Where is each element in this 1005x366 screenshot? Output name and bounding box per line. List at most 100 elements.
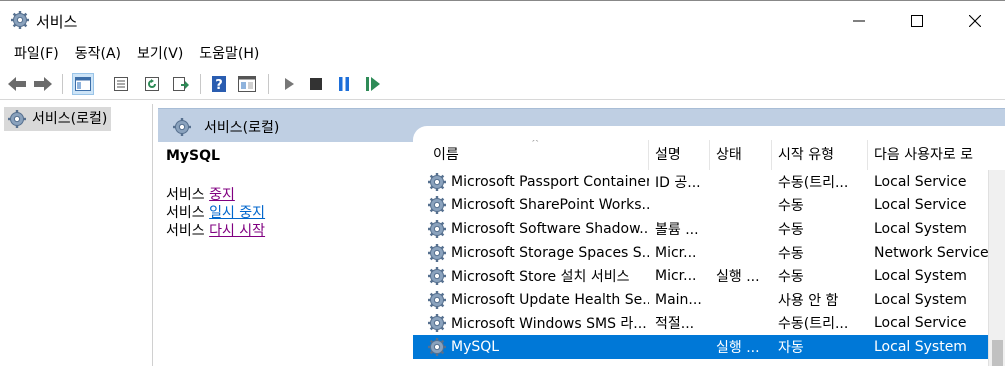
pause-service-button[interactable] [333, 73, 355, 95]
start-service-button[interactable] [278, 73, 300, 95]
help-button[interactable]: ? [208, 73, 230, 95]
restart-icon [366, 77, 380, 91]
service-name: Microsoft Software Shadow... [451, 220, 649, 237]
cell-name: Microsoft Software Shadow... [413, 219, 649, 239]
column-label: 상태 [716, 147, 742, 163]
cell-startup-type: 수동 [778, 245, 804, 262]
service-gear-icon [428, 196, 446, 215]
restart-service-button[interactable] [362, 73, 384, 95]
column-header-description[interactable]: 설명 [649, 140, 710, 170]
maximize-icon [911, 15, 923, 27]
cell-startup-type: 사용 안 함 [778, 292, 839, 309]
column-header-name[interactable]: 이름 ^ [413, 140, 649, 170]
back-button[interactable] [6, 73, 28, 95]
action-line: 서비스 다시 시작 [166, 222, 416, 240]
column-header-status[interactable]: 상태 [710, 140, 772, 170]
service-actions: 서비스 중지 서비스 일시 중지 서비스 다시 시작 [166, 186, 416, 240]
action-prefix: 서비스 [166, 205, 210, 221]
column-label: 시작 유형 [778, 147, 834, 163]
menu-help[interactable]: 도움말(H) [191, 40, 267, 68]
service-gear-icon [428, 219, 446, 238]
gear-icon [173, 118, 191, 136]
cell-description: Micr... [655, 268, 697, 285]
stop-link[interactable]: 중지 [209, 187, 235, 203]
maximize-button[interactable] [894, 1, 940, 41]
cell-description: 적절... [655, 316, 695, 333]
service-name: MySQL [451, 338, 500, 355]
service-gear-icon [428, 290, 446, 309]
title-bar: 서비스 [0, 0, 1005, 40]
svg-text:?: ? [215, 78, 223, 93]
cell-log-on-as: Local System [874, 268, 967, 285]
menu-file[interactable]: 파일(F) [6, 40, 67, 68]
table-row[interactable]: MySQL 실행 ... 자동 Local System [413, 335, 1005, 359]
cell-description: 볼륨 ... [655, 221, 699, 238]
sort-ascending-icon: ^ [531, 140, 540, 149]
table-row[interactable]: Microsoft Store 설치 서비스 Micr... 실행 ... 수동 Loc… [413, 264, 1005, 288]
tree-item-services-local[interactable]: 서비스(로컬) [4, 107, 112, 131]
gear-icon [11, 11, 29, 29]
cell-log-on-as: Local System [874, 291, 967, 308]
minimize-button[interactable] [836, 1, 882, 41]
cell-startup-type: 수동 [778, 198, 804, 215]
cell-log-on-as: Local System [874, 338, 967, 355]
table-row[interactable]: Microsoft Storage Spaces S... Micr... 수동 Ne… [413, 241, 1005, 265]
menu-view[interactable]: 보기(V) [129, 40, 191, 68]
refresh-button[interactable] [141, 73, 163, 95]
forward-arrow-icon [34, 77, 52, 91]
action-line: 서비스 일시 중지 [166, 204, 416, 222]
column-header-log-on-as[interactable]: 다음 사용자로 로 [868, 140, 1005, 170]
cell-startup-type: 수동 [778, 221, 804, 238]
pause-link[interactable]: 일시 중지 [209, 205, 265, 221]
cell-startup-type: 수동(트리... [778, 316, 849, 333]
console-tree-icon [75, 77, 91, 91]
content-pane: 서비스(로컬) MySQL 서비스 중지 서비스 일시 중지 서비스 다시 시작… [158, 104, 1005, 366]
service-gear-icon [428, 267, 446, 286]
service-name: Microsoft Update Health Se... [451, 291, 649, 308]
console-tree-button[interactable] [72, 73, 94, 95]
stop-service-button[interactable] [305, 73, 327, 95]
table-row[interactable]: Microsoft Software Shadow... 볼륨 ... 수동 Loca… [413, 217, 1005, 241]
toolbar-separator [62, 74, 63, 94]
stop-icon [310, 78, 322, 90]
pause-icon [339, 77, 349, 91]
cell-name: Microsoft SharePoint Works... [413, 195, 649, 215]
service-name: Microsoft Windows SMS 라... [451, 316, 647, 333]
back-arrow-icon [8, 77, 26, 91]
vertical-scrollbar[interactable] [988, 170, 1005, 366]
export-icon [173, 77, 189, 91]
action-prefix: 서비스 [166, 187, 210, 203]
cell-description: Micr... [655, 244, 697, 261]
list-rows: Microsoft Passport Container ID 공... 수동(트리… [413, 170, 1005, 359]
close-button[interactable] [952, 1, 998, 41]
table-row[interactable]: Microsoft Windows SMS 라... 적절... 수동(트리... L… [413, 312, 1005, 336]
cell-status: 실행 ... [716, 269, 760, 286]
service-gear-icon [428, 314, 446, 333]
cell-startup-type: 자동 [778, 339, 804, 356]
cell-startup-type: 수동 [778, 269, 804, 286]
service-name: Microsoft Storage Spaces S... [451, 244, 649, 261]
toolbar: ? [0, 68, 1005, 100]
table-row[interactable]: Microsoft Update Health Se... Main... 사용 안… [413, 288, 1005, 312]
cell-description: ID 공... [655, 174, 701, 191]
properties-button[interactable] [110, 73, 132, 95]
column-label: 설명 [655, 147, 681, 163]
table-row[interactable]: Microsoft SharePoint Works... 수동 Local Ser… [413, 194, 1005, 218]
export-list-button[interactable] [170, 73, 192, 95]
show-hide-button[interactable] [236, 73, 258, 95]
services-list: 이름 ^ 설명 상태 시작 유형 다음 사용자로 로 Microsoft Pas… [413, 126, 1005, 366]
table-row[interactable]: Microsoft Passport Container ID 공... 수동(트리… [413, 170, 1005, 194]
forward-button[interactable] [32, 73, 54, 95]
menu-action[interactable]: 동작(A) [67, 40, 129, 68]
column-label: 이름 [433, 147, 459, 163]
tree-item-label: 서비스(로컬) [32, 111, 108, 127]
gear-icon [8, 110, 26, 128]
cell-name: Microsoft Storage Spaces S... [413, 243, 649, 263]
toolbar-separator [200, 74, 201, 94]
close-icon [969, 15, 981, 27]
scroll-thumb[interactable] [992, 340, 1003, 366]
restart-link[interactable]: 다시 시작 [209, 223, 265, 239]
cell-log-on-as: Local Service [874, 173, 967, 190]
column-label: 다음 사용자로 로 [874, 147, 974, 163]
column-header-startup-type[interactable]: 시작 유형 [772, 140, 868, 170]
